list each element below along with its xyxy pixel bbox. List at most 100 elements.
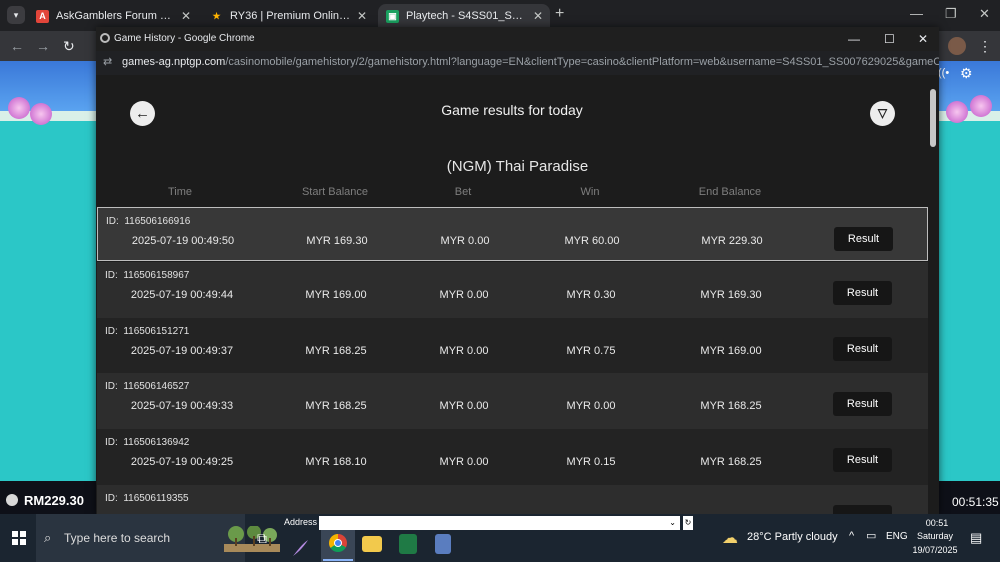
cell-start-balance: MYR 168.25: [305, 345, 367, 357]
forward-arrow-icon[interactable]: →: [36, 38, 50, 54]
page-title: Game results for today: [441, 102, 583, 118]
cell-bet: MYR 0.00: [439, 345, 489, 357]
windows-taskbar: ⌕ Type here to search ⧉ Address ⌄ ↻ ☁ 28…: [0, 514, 1000, 562]
tab-title: RY36 | Premium Online Casino: [230, 10, 352, 22]
language-indicator[interactable]: ENG: [886, 531, 908, 542]
table-row[interactable]: ID: 116506166916 2025-07-19 00:49:50 MYR…: [97, 207, 928, 261]
cell-end-balance: MYR 229.30: [701, 235, 763, 247]
popup-url-bar[interactable]: ⇄ games-ag.nptgp.com/casinomobile/gamehi…: [96, 51, 939, 75]
orchid-icon: [8, 97, 30, 119]
more-menu-icon[interactable]: ⋮: [978, 38, 992, 55]
address-go-icon[interactable]: ↻: [683, 516, 693, 530]
filter-icon: ▽: [877, 106, 888, 120]
result-button[interactable]: Result: [833, 337, 892, 361]
id-prefix: ID:: [105, 270, 118, 281]
round-id: ID: 116506136942: [105, 437, 189, 448]
reload-icon[interactable]: ↻: [63, 38, 75, 55]
id-prefix: ID:: [105, 326, 118, 337]
search-icon: ⌕: [44, 530, 52, 545]
active-indicator: [323, 559, 353, 561]
cell-end-balance: MYR 168.25: [700, 456, 762, 468]
result-button[interactable]: Result: [833, 448, 892, 472]
game-name: (NGM) Thai Paradise: [446, 158, 589, 175]
ry36-favicon-icon: ★: [212, 11, 221, 21]
minimize-icon[interactable]: —: [910, 6, 923, 21]
table-row[interactable]: ID: 116506119355: [97, 485, 928, 514]
tab-title: AskGamblers Forum 🏅 Best C: [56, 10, 176, 22]
game-history-page: ← Game results for today ▽ (NGM) Thai Pa…: [96, 75, 939, 514]
minimize-icon[interactable]: —: [848, 27, 860, 51]
network-icon[interactable]: ▭: [866, 529, 876, 542]
cell-win: MYR 0.00: [566, 400, 616, 412]
cell-end-balance: MYR 168.25: [700, 400, 762, 412]
spreadsheet-app-icon[interactable]: [399, 534, 417, 554]
taskbar-time[interactable]: 00:51: [922, 518, 952, 528]
id-prefix: ID:: [105, 437, 118, 448]
popup-title-bar: Game History - Google Chrome — ☐ ✕: [96, 27, 939, 51]
cell-time: 2025-07-19 00:49:25: [130, 456, 234, 468]
site-info-icon[interactable]: ⇄: [103, 51, 112, 73]
table-row[interactable]: ID: 116506146527 2025-07-19 00:49:33 MYR…: [97, 373, 928, 429]
windows-start-icon[interactable]: [12, 531, 26, 545]
game-clock: 00:51:35: [952, 495, 999, 509]
result-button[interactable]: Result: [833, 281, 892, 305]
cell-start-balance: MYR 168.10: [305, 456, 367, 468]
round-id-value: 116506136942: [123, 437, 190, 448]
scrollbar-thumb[interactable]: [930, 89, 936, 147]
new-tab-button[interactable]: +: [555, 5, 564, 23]
id-prefix: ID:: [105, 381, 118, 392]
notifications-icon[interactable]: ▤: [970, 530, 982, 546]
column-header-start-balance: Start Balance: [301, 186, 369, 198]
filter-button[interactable]: ▽: [870, 101, 895, 126]
taskbar-day[interactable]: Saturday: [910, 531, 960, 541]
round-id-value: 116506158967: [123, 270, 190, 281]
close-tab-icon[interactable]: ✕: [357, 4, 367, 28]
task-view-icon[interactable]: ⧉: [257, 530, 267, 547]
taskbar-search[interactable]: ⌕ Type here to search: [36, 514, 280, 562]
cell-bet: MYR 0.00: [439, 400, 489, 412]
restore-icon[interactable]: ❐: [945, 6, 957, 22]
chrome-icon-center: [334, 539, 342, 547]
playtech-favicon-icon: ▣: [386, 10, 399, 23]
round-id: ID: 116506166916: [106, 216, 190, 227]
round-id-value: 116506166916: [124, 216, 191, 227]
close-window-icon[interactable]: ✕: [979, 6, 990, 22]
id-prefix: ID:: [106, 216, 119, 227]
table-row[interactable]: ID: 116506151271 2025-07-19 00:49:37 MYR…: [97, 318, 928, 373]
url-host: games-ag.nptgp.com: [122, 56, 226, 68]
address-input[interactable]: ⌄: [319, 516, 680, 530]
result-button[interactable]: Result: [833, 392, 892, 416]
cell-end-balance: MYR 169.00: [700, 345, 762, 357]
maximize-icon[interactable]: ☐: [884, 27, 895, 51]
close-tab-icon[interactable]: ✕: [533, 4, 543, 28]
cell-win: MYR 0.30: [566, 289, 616, 301]
show-hidden-icons-icon[interactable]: ^: [849, 530, 854, 542]
balance-value: RM229.30: [24, 493, 84, 508]
feather-app-icon[interactable]: [290, 538, 310, 558]
popup-title: Game History - Google Chrome: [114, 33, 255, 44]
result-button[interactable]: Result: [834, 227, 893, 251]
avatar[interactable]: [948, 37, 966, 55]
calculator-icon[interactable]: [435, 534, 451, 554]
round-id-value: 116506119355: [123, 493, 189, 504]
file-explorer-icon[interactable]: [362, 536, 382, 552]
sound-icon[interactable]: ((•: [938, 67, 949, 79]
weather-text[interactable]: 28°C Partly cloudy: [747, 531, 838, 543]
table-row[interactable]: ID: 116506158967 2025-07-19 00:49:44 MYR…: [97, 262, 928, 318]
taskbar-chrome-active[interactable]: [321, 530, 355, 562]
close-window-icon[interactable]: ✕: [918, 27, 928, 51]
gear-icon[interactable]: ⚙: [960, 65, 973, 82]
round-id-value: 116506151271: [123, 326, 190, 337]
back-arrow-icon[interactable]: ←: [10, 38, 24, 54]
table-row[interactable]: ID: 116506136942 2025-07-19 00:49:25 MYR…: [97, 429, 928, 485]
weather-icon[interactable]: ☁: [722, 528, 738, 548]
close-tab-icon[interactable]: ✕: [181, 4, 191, 28]
cell-win: MYR 0.75: [566, 345, 616, 357]
result-button[interactable]: [833, 505, 892, 514]
cell-start-balance: MYR 169.00: [305, 289, 367, 301]
cell-bet: MYR 0.00: [439, 456, 489, 468]
round-id-value: 116506146527: [123, 381, 190, 392]
round-id: ID: 116506146527: [105, 381, 189, 392]
taskbar-date[interactable]: 19/07/2025: [910, 545, 960, 555]
tab-search-dropdown-icon[interactable]: ▾: [7, 6, 25, 24]
